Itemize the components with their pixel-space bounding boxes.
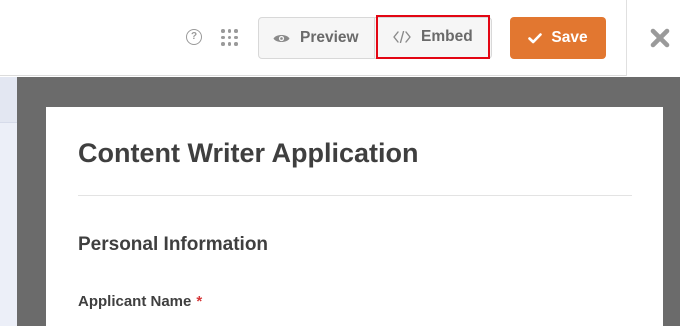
form-title: Content Writer Application — [78, 138, 419, 168]
code-icon — [393, 31, 411, 43]
field-label-text: Applicant Name — [78, 293, 192, 310]
eye-icon — [273, 34, 290, 42]
help-icon[interactable]: ? — [186, 29, 202, 45]
checkmark-icon — [528, 32, 543, 43]
preview-button[interactable]: Preview — [258, 17, 374, 59]
preview-label: Preview — [300, 29, 359, 46]
save-label: Save — [551, 29, 588, 46]
title-divider — [78, 195, 632, 196]
close-icon[interactable] — [650, 28, 670, 48]
dots-grid-icon[interactable] — [221, 29, 238, 46]
save-button[interactable]: Save — [510, 17, 606, 59]
embed-button[interactable]: Embed — [376, 15, 490, 59]
button-divider — [374, 17, 375, 59]
sidebar-edge-header — [0, 77, 17, 123]
required-mark: * — [196, 293, 203, 310]
applicant-name-label[interactable]: Applicant Name * — [78, 293, 202, 310]
embed-label: Embed — [421, 28, 473, 45]
section-title: Personal Information — [78, 234, 269, 255]
builder-sidebar-edge — [0, 77, 17, 326]
